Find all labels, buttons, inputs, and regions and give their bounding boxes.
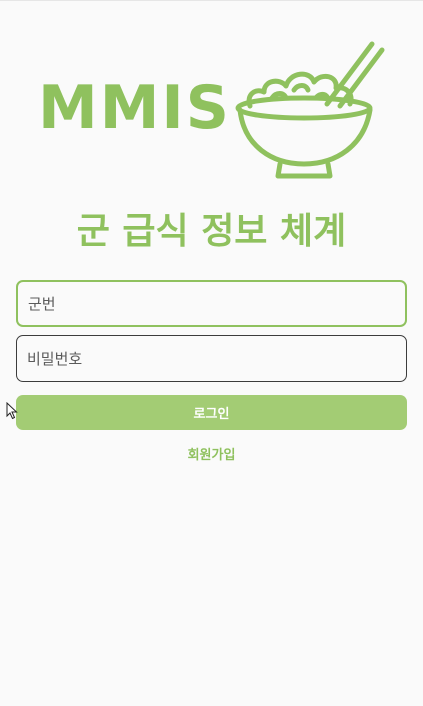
logo-text: MMIS [38,73,231,143]
mouse-pointer-icon [6,402,18,420]
app-title: 군 급식 정보 체계 [76,211,347,252]
signup-link[interactable]: 회원가입 [0,444,423,463]
password-input[interactable] [16,335,407,382]
top-divider [0,0,423,1]
login-button[interactable]: 로그인 [16,395,407,430]
service-number-input[interactable] [16,280,407,327]
rice-bowl-icon [235,41,385,179]
